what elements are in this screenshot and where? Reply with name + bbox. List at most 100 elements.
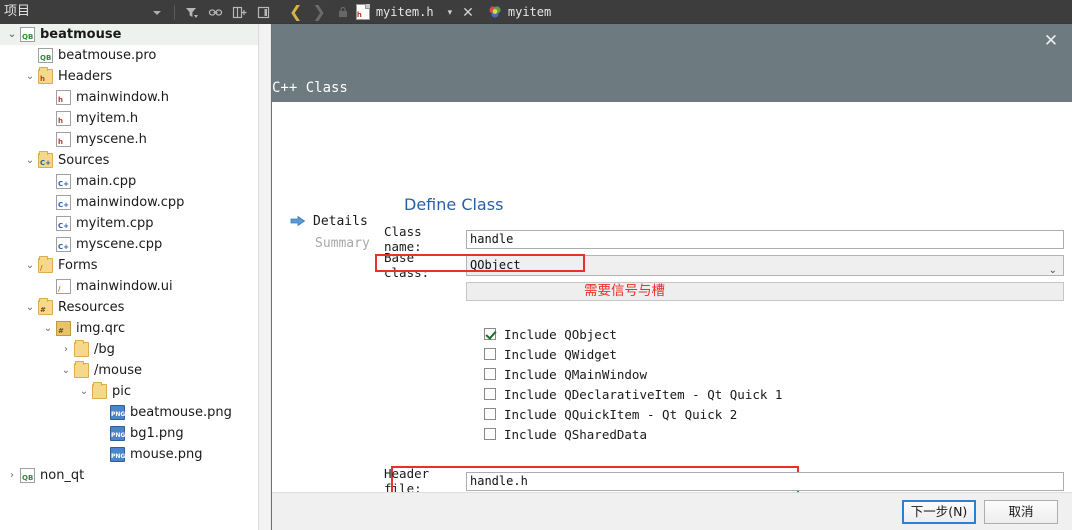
twisty-spacer: · xyxy=(40,176,56,187)
chevron-right-icon[interactable]: › xyxy=(58,344,74,355)
checkbox-row[interactable]: Include QWidget xyxy=(484,344,782,364)
twisty-spacer: · xyxy=(40,239,56,250)
twisty-spacer: · xyxy=(94,428,110,439)
class-definition-form: Class name: handle Base class: QObject ⌄ xyxy=(384,224,1064,304)
tree-item-main-cpp[interactable]: ·C+ main.cpp xyxy=(0,171,258,192)
chevron-down-icon[interactable]: ⌄ xyxy=(22,302,38,313)
chevron-down-icon[interactable]: ⌄ xyxy=(58,365,74,376)
tree-item-myitem-h[interactable]: ·h myitem.h xyxy=(0,108,258,129)
sources-folder-icon: C+ xyxy=(38,151,53,168)
chevron-down-icon[interactable]: ⌄ xyxy=(22,260,38,271)
project-tree[interactable]: ⌄QBbeatmouse·QBbeatmouse.pro⌄hHeaders·hm… xyxy=(0,24,258,530)
twisty-spacer: · xyxy=(40,134,56,145)
chevron-down-icon[interactable]: ⌄ xyxy=(1049,261,1057,280)
folder-icon xyxy=(74,361,89,378)
tree-item-myscene-h[interactable]: ·h myscene.h xyxy=(0,129,258,150)
icon-type-tag: PNG xyxy=(111,432,126,439)
base-class-combobox[interactable]: QObject ⌄ xyxy=(466,254,1064,276)
designer-tab-label: myitem xyxy=(507,5,552,19)
icon-type-tag: / xyxy=(58,285,61,293)
link-icon[interactable] xyxy=(208,5,223,20)
icon-type-tag: h xyxy=(58,138,63,146)
tree-item-beatmouse-png[interactable]: ·PNG beatmouse.png xyxy=(0,402,258,423)
class-name-input[interactable]: handle xyxy=(466,229,1064,249)
checkbox-unchecked-icon[interactable] xyxy=(484,388,496,400)
png-file-icon: PNG xyxy=(110,426,125,441)
tree-item-beatmouse[interactable]: ⌄ QB beatmouse xyxy=(0,24,258,45)
chevron-down-icon[interactable]: ⌄ xyxy=(40,323,56,334)
tree-item-label: /mouse xyxy=(94,363,143,378)
tree-item-headers[interactable]: ⌄ h Headers xyxy=(0,66,258,87)
chevron-down-icon[interactable]: ▾ xyxy=(448,7,453,18)
tree-item--mouse[interactable]: ⌄ /mouse xyxy=(0,360,258,381)
header-file-input[interactable]: handle.h xyxy=(466,471,1064,491)
lock-icon[interactable] xyxy=(336,5,350,19)
designer-tab[interactable]: myitem xyxy=(488,5,551,19)
split-add-icon[interactable] xyxy=(232,5,247,20)
tree-item-label: mainwindow.h xyxy=(76,90,169,105)
tree-item-label: Headers xyxy=(58,69,113,84)
tree-item-img-qrc[interactable]: ⌄ # img.qrc xyxy=(0,318,258,339)
checkbox-unchecked-icon[interactable] xyxy=(484,348,496,360)
tree-item-label: /bg xyxy=(94,342,115,357)
dialog-footer: 下一步(N) 取消 xyxy=(272,492,1072,530)
icon-type-tag: h xyxy=(58,117,63,125)
chevron-right-icon[interactable]: › xyxy=(4,470,20,481)
close-icon[interactable]: ✕ xyxy=(462,5,474,19)
checkbox-row[interactable]: Include QSharedData xyxy=(484,424,782,444)
tree-item-label: non_qt xyxy=(40,468,85,483)
tree-item-mainwindow-h[interactable]: ·h mainwindow.h xyxy=(0,87,258,108)
pro-file-icon: QB xyxy=(38,48,53,63)
close-icon[interactable]: ✕ xyxy=(1040,30,1062,52)
twisty-spacer: · xyxy=(94,449,110,460)
qt-project-icon: QB xyxy=(20,27,35,42)
tree-item-non-qt[interactable]: › QB non_qt xyxy=(0,465,258,486)
tree-item-myitem-cpp[interactable]: ·C+ myitem.cpp xyxy=(0,213,258,234)
tree-item-bg1-png[interactable]: ·PNG bg1.png xyxy=(0,423,258,444)
chevron-down-icon[interactable]: ⌄ xyxy=(22,71,38,82)
checkbox-row[interactable]: Include QDeclarativeItem - Qt Quick 1 xyxy=(484,384,782,404)
png-file-icon: PNG xyxy=(110,405,125,420)
nav-forward-button[interactable]: ❯ xyxy=(312,4,325,20)
open-file-tab[interactable]: h myitem.h xyxy=(355,0,434,24)
filter-dropdown-icon[interactable] xyxy=(150,5,165,20)
filter-icon[interactable] xyxy=(184,5,199,20)
tree-item-beatmouse-pro[interactable]: ·QB beatmouse.pro xyxy=(0,45,258,66)
checkbox-unchecked-icon[interactable] xyxy=(484,368,496,380)
checkbox-row[interactable]: Include QQuickItem - Qt Quick 2 xyxy=(484,404,782,424)
tree-item-myscene-cpp[interactable]: ·C+ myscene.cpp xyxy=(0,234,258,255)
chevron-down-icon[interactable]: ⌄ xyxy=(4,29,20,40)
twisty-spacer: · xyxy=(94,407,110,418)
tree-item-resources[interactable]: ⌄ # Resources xyxy=(0,297,258,318)
icon-type-tag: C+ xyxy=(58,243,70,251)
chevron-down-icon[interactable]: ⌄ xyxy=(22,155,38,166)
tree-item-label: Forms xyxy=(58,258,98,273)
checkbox-unchecked-icon[interactable] xyxy=(484,428,496,440)
checkbox-checked-icon[interactable] xyxy=(484,328,496,340)
tree-item-sources[interactable]: ⌄ C+ Sources xyxy=(0,150,258,171)
tree-item-pic[interactable]: ⌄ pic xyxy=(0,381,258,402)
cancel-button[interactable]: 取消 xyxy=(984,499,1058,524)
base-class-label: Base class: xyxy=(384,250,430,280)
next-button[interactable]: 下一步(N) xyxy=(902,499,976,524)
icon-type-tag: h xyxy=(58,96,63,104)
tree-item-forms[interactable]: ⌄ / Forms xyxy=(0,255,258,276)
tree-item-label: beatmouse.png xyxy=(130,405,232,420)
icon-type-tag: C+ xyxy=(58,222,70,230)
tree-item-mainwindow-cpp[interactable]: ·C+ mainwindow.cpp xyxy=(0,192,258,213)
icon-type-tag: QB xyxy=(40,54,52,62)
folder-icon xyxy=(74,340,89,357)
tree-item--bg[interactable]: › /bg xyxy=(0,339,258,360)
tree-item-mainwindow-ui[interactable]: ·/ mainwindow.ui xyxy=(0,276,258,297)
checkbox-unchecked-icon[interactable] xyxy=(484,408,496,420)
tree-scrollbar[interactable] xyxy=(258,24,270,530)
checkbox-row[interactable]: Include QMainWindow xyxy=(484,364,782,384)
close-panel-icon[interactable] xyxy=(256,5,271,20)
checkbox-row[interactable]: Include QObject xyxy=(484,324,782,344)
checkbox-label: Include QObject xyxy=(504,326,617,342)
nav-back-button[interactable]: ❮ xyxy=(289,4,302,20)
chevron-down-icon[interactable]: ⌄ xyxy=(76,386,92,397)
h-file-icon: h xyxy=(56,111,71,126)
file-tab-controls: ▾ ✕ xyxy=(448,5,474,19)
tree-item-mouse-png[interactable]: ·PNG mouse.png xyxy=(0,444,258,465)
